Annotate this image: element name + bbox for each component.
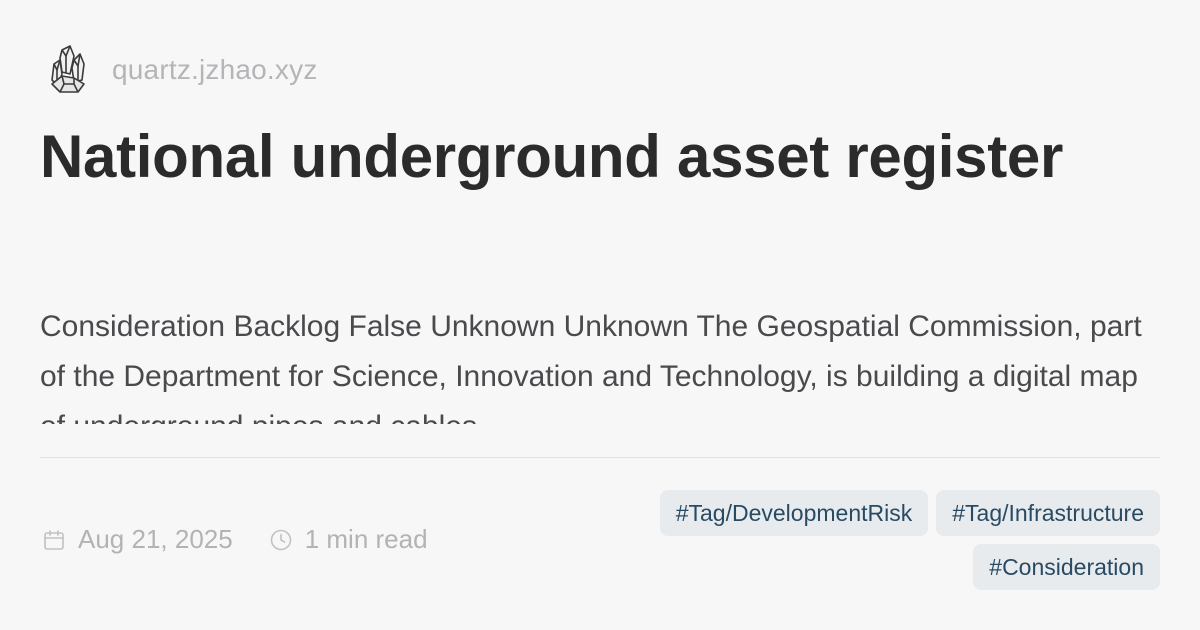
reading-time-text: 1 min read: [304, 524, 428, 554]
page-title: National underground asset register: [40, 123, 1064, 190]
site-header: quartz.jzhao.xyz: [40, 38, 318, 102]
date-text: Aug 21, 2025: [78, 524, 233, 554]
tag-list: #Tag/DevelopmentRisk #Tag/Infrastructure…: [620, 490, 1160, 590]
page-meta: Aug 21, 2025 1 min read: [40, 524, 462, 555]
clock-icon: [267, 526, 295, 554]
calendar-icon: [40, 526, 68, 554]
tag-infrastructure[interactable]: #Tag/Infrastructure: [936, 490, 1160, 536]
divider: [40, 457, 1160, 458]
tag-consideration[interactable]: #Consideration: [973, 544, 1160, 590]
crystal-cluster-icon: [40, 40, 96, 100]
page-description: Consideration Backlog False Unknown Unkn…: [40, 310, 1142, 424]
site-name[interactable]: quartz.jzhao.xyz: [112, 54, 318, 86]
og-card: quartz.jzhao.xyz National underground as…: [0, 0, 1200, 630]
reading-time-meta: 1 min read: [267, 524, 428, 555]
date-meta: Aug 21, 2025: [40, 524, 233, 555]
tag-development-risk[interactable]: #Tag/DevelopmentRisk: [659, 490, 929, 536]
